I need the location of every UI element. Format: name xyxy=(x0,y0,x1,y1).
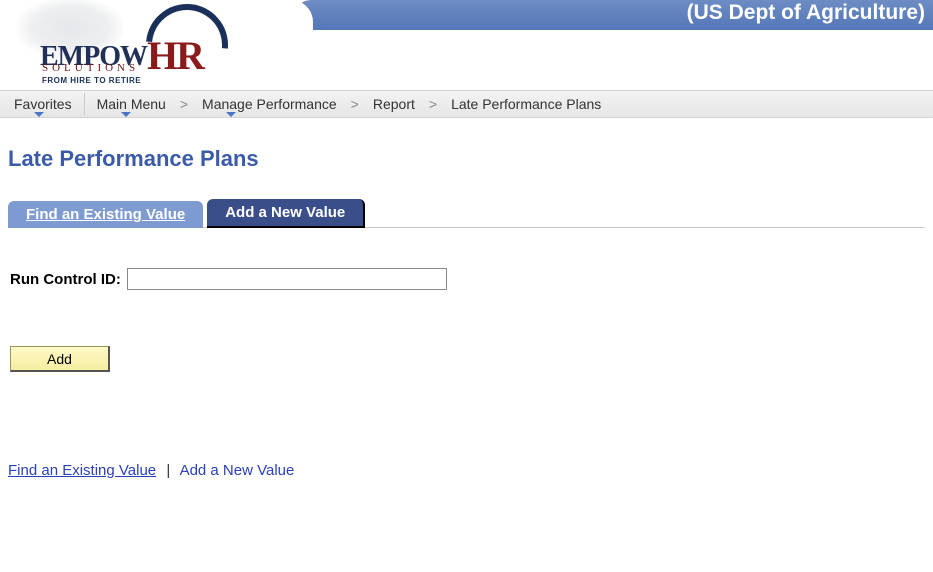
form-area: Run Control ID: xyxy=(10,268,933,290)
link-add-new[interactable]: Add a New Value xyxy=(180,462,295,479)
logo-text-sub: SOLUTIONS xyxy=(42,62,139,74)
app-logo[interactable]: EMPOWHR SOLUTIONS FROM HIRE TO RETIRE xyxy=(10,2,250,88)
run-control-label: Run Control ID: xyxy=(10,271,121,288)
page-title: Late Performance Plans xyxy=(8,146,933,172)
tab-add-new[interactable]: Add a New Value xyxy=(207,199,365,228)
header-banner: (US Dept of Agriculture) EMPOWHR SOLUTIO… xyxy=(0,0,933,90)
add-button[interactable]: Add xyxy=(10,346,110,372)
tab-row: Find an Existing Value Add a New Value xyxy=(8,198,925,228)
breadcrumb-report[interactable]: Report xyxy=(363,96,425,112)
bottom-links: Find an Existing Value | Add a New Value xyxy=(8,462,933,479)
run-control-row: Run Control ID: xyxy=(10,268,933,290)
breadcrumb-current: Late Performance Plans xyxy=(441,96,611,112)
chevron-right-icon: > xyxy=(347,96,363,112)
link-find-existing[interactable]: Find an Existing Value xyxy=(8,462,156,479)
org-banner: (US Dept of Agriculture) xyxy=(293,0,933,30)
breadcrumb-manage-performance[interactable]: Manage Performance xyxy=(192,96,347,112)
tab-find-existing[interactable]: Find an Existing Value xyxy=(8,201,203,228)
breadcrumb: Favorites Main Menu > Manage Performance… xyxy=(0,90,933,118)
breadcrumb-main-menu[interactable]: Main Menu xyxy=(87,96,176,112)
breadcrumb-divider xyxy=(84,93,85,115)
run-control-input[interactable] xyxy=(127,268,447,290)
logo-tagline: FROM HIRE TO RETIRE xyxy=(42,76,141,85)
link-separator: | xyxy=(160,462,176,479)
chevron-right-icon: > xyxy=(425,96,441,112)
chevron-right-icon: > xyxy=(176,96,192,112)
breadcrumb-favorites[interactable]: Favorites xyxy=(4,96,82,112)
